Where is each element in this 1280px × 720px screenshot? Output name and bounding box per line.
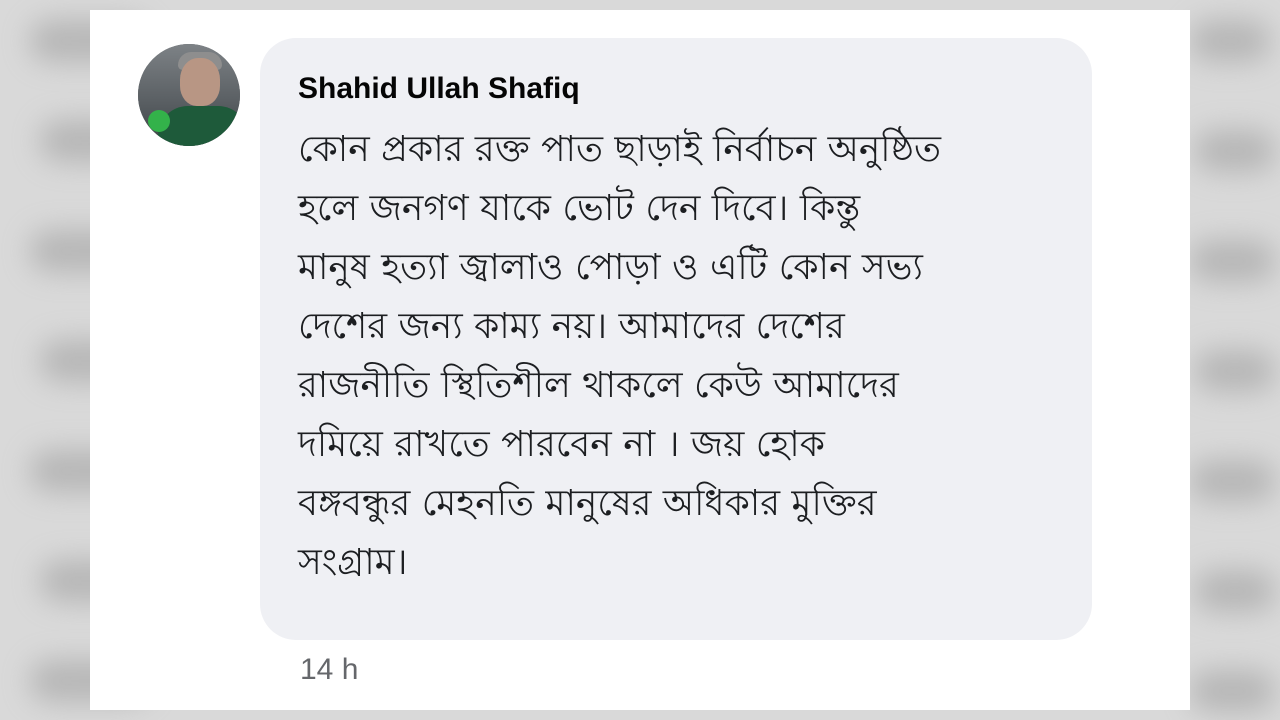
- comment-text: কোন প্রকার রক্ত পাত ছাড়াই নির্বাচন অনুষ…: [298, 120, 1068, 592]
- avatar-shirt: [158, 106, 240, 146]
- comment-text-line: বঙ্গবন্ধুর মেহনতি মানুষের অধিকার মুক্তির: [298, 483, 877, 524]
- blurred-text-line: [1190, 670, 1275, 712]
- avatar-face: [180, 58, 220, 106]
- comment-text-line: কোন প্রকার রক্ত পাত ছাড়াই নির্বাচন অনুষ…: [298, 129, 942, 170]
- comment-text-line: মানুষ হত্যা জ্বালাও পোড়া ও এটি কোন সভ্য: [298, 247, 923, 288]
- blurred-text-line: [1195, 570, 1275, 612]
- blurred-text-line: [1195, 350, 1275, 392]
- blurred-text-line: [1190, 20, 1270, 62]
- comment-text-line: দমিয়ে রাখতে পারবেন না । জয় হোক: [298, 424, 825, 465]
- comment-text-line: দেশের জন্য কাম্য নয়। আমাদের দেশের: [298, 306, 845, 347]
- comment-text-line: হলে জনগণ যাকে ভোট দেন দিবে। কিন্তু: [298, 188, 861, 229]
- comment-card: Shahid Ullah Shafiq কোন প্রকার রক্ত পাত …: [90, 10, 1190, 710]
- blurred-text-line: [1195, 130, 1275, 172]
- avatar[interactable]: [138, 44, 240, 146]
- comment-text-line: সংগ্রাম।: [298, 542, 408, 583]
- comment-bubble: Shahid Ullah Shafiq কোন প্রকার রক্ত পাত …: [260, 38, 1092, 640]
- blurred-text-line: [1190, 240, 1275, 282]
- avatar-logo-icon: [148, 110, 170, 132]
- comment-timestamp[interactable]: 14 h: [300, 653, 358, 687]
- comment-author-name[interactable]: Shahid Ullah Shafiq: [298, 72, 580, 106]
- blurred-text-line: [1190, 460, 1275, 502]
- comment-text-line: রাজনীতি স্থিতিশীল থাকলে কেউ আমাদের: [298, 365, 899, 406]
